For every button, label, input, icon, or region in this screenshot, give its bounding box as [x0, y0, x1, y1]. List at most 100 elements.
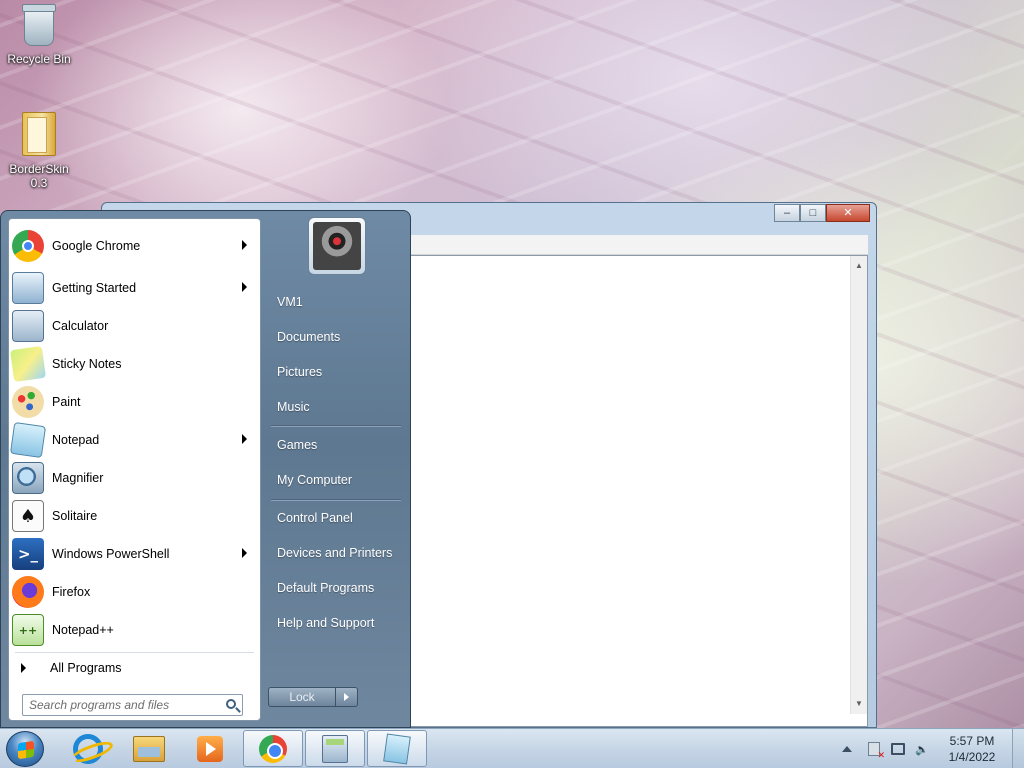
lock-control: Lock	[268, 687, 358, 707]
program-item-getting-started[interactable]: Getting Started	[12, 270, 257, 306]
submenu-arrow-icon	[242, 434, 247, 444]
link-control-panel[interactable]: Control Panel	[269, 504, 405, 532]
user-picture[interactable]	[308, 217, 366, 275]
solitaire-icon: ♠	[12, 500, 44, 532]
link-music[interactable]: Music	[269, 393, 405, 421]
program-item-windows-powershell[interactable]: >_ Windows PowerShell	[12, 536, 257, 572]
start-button[interactable]	[6, 731, 44, 767]
taskbar-internet-explorer[interactable]	[58, 730, 118, 767]
taskbar-windows-explorer[interactable]	[119, 730, 179, 767]
desktop-icon-label: Recycle Bin	[7, 52, 71, 66]
clock-time: 5:57 PM	[949, 734, 995, 748]
calculator-icon	[12, 310, 44, 342]
programs-divider	[15, 652, 254, 653]
media-player-icon	[197, 735, 223, 762]
paint-icon	[12, 386, 44, 418]
action-center-flag-icon[interactable]	[866, 741, 885, 761]
link-default-programs[interactable]: Default Programs	[269, 574, 405, 602]
vertical-scrollbar[interactable]: ▲ ▼	[850, 256, 867, 714]
search-input[interactable]	[29, 698, 219, 712]
taskbar-chrome[interactable]	[243, 730, 303, 767]
search-box[interactable]	[22, 694, 243, 716]
program-label: Notepad++	[52, 623, 114, 637]
recycle-bin-icon	[19, 4, 59, 48]
program-label: Paint	[52, 395, 81, 409]
right-divider	[271, 425, 401, 427]
program-item-solitaire[interactable]: ♠ Solitaire	[12, 498, 257, 534]
clock[interactable]: 5:57 PM 1/4/2022	[940, 733, 1004, 765]
desktop-icon-label: BorderSkin 0.3	[9, 162, 69, 190]
calculator-icon	[322, 734, 348, 763]
folder-icon	[19, 112, 59, 158]
program-label: Solitaire	[52, 509, 98, 523]
taskbar-media-player[interactable]	[180, 730, 240, 767]
avatar	[313, 222, 361, 270]
program-label: Windows PowerShell	[52, 547, 170, 561]
program-item-magnifier[interactable]: Magnifier	[12, 460, 257, 496]
program-item-firefox[interactable]: Firefox	[12, 574, 257, 610]
close-button[interactable]: ✕	[826, 204, 870, 222]
scroll-down-arrow-icon[interactable]: ▼	[851, 696, 867, 712]
network-icon[interactable]	[890, 741, 906, 757]
firefox-icon	[12, 576, 44, 608]
submenu-arrow-icon	[242, 282, 247, 292]
notepad-icon	[383, 732, 411, 765]
notepad-icon	[9, 421, 47, 459]
program-label: Getting Started	[52, 281, 137, 295]
link-games[interactable]: Games	[269, 431, 405, 459]
submenu-arrow-icon	[242, 240, 247, 250]
internet-explorer-icon	[73, 733, 103, 764]
clock-date: 1/4/2022	[948, 750, 996, 764]
link-devices-and-printers[interactable]: Devices and Printers	[269, 539, 405, 567]
magnifier-icon	[12, 462, 44, 494]
program-item-calculator[interactable]: Calculator	[12, 308, 257, 344]
expand-arrow-icon	[21, 663, 26, 673]
shutdown-options-arrow-icon[interactable]	[336, 687, 358, 707]
link-documents[interactable]: Documents	[269, 323, 405, 351]
getting-started-icon	[12, 272, 44, 304]
taskbar-notepad[interactable]	[367, 730, 427, 767]
submenu-arrow-icon	[242, 548, 247, 558]
maximize-button[interactable]: □	[800, 204, 826, 222]
program-item-paint[interactable]: Paint	[12, 384, 257, 420]
windows-explorer-icon	[133, 735, 165, 762]
scroll-up-arrow-icon[interactable]: ▲	[851, 258, 867, 274]
program-label: Calculator	[52, 319, 109, 333]
program-label: Magnifier	[52, 471, 104, 485]
desktop-icon-borderskin[interactable]: BorderSkin 0.3	[1, 112, 77, 190]
program-item-sticky-notes[interactable]: Sticky Notes	[9, 345, 257, 383]
link-pictures[interactable]: Pictures	[269, 358, 405, 386]
show-desktop-button[interactable]	[1012, 729, 1024, 768]
chrome-icon	[12, 230, 44, 262]
desktop-icon-recycle-bin[interactable]: Recycle Bin	[1, 4, 77, 66]
program-label: Sticky Notes	[52, 357, 122, 371]
notepadpp-icon: ++	[12, 614, 44, 646]
start-menu: Google Chrome Getting Started Calculator…	[0, 210, 411, 728]
taskbar-calculator[interactable]	[305, 730, 365, 767]
all-programs-label: All Programs	[50, 661, 122, 675]
program-label: Firefox	[52, 585, 91, 599]
sticky-notes-icon	[9, 345, 47, 383]
link-help-and-support[interactable]: Help and Support	[269, 609, 405, 637]
right-divider	[271, 499, 401, 501]
powershell-icon: >_	[12, 538, 44, 570]
system-tray: 🔈 5:57 PM 1/4/2022	[842, 729, 1024, 768]
minimize-button[interactable]: –	[774, 204, 800, 222]
lock-button[interactable]: Lock	[268, 687, 336, 707]
volume-icon[interactable]: 🔈	[914, 741, 930, 757]
show-hidden-icons-chevron-icon[interactable]	[842, 746, 852, 752]
link-my-computer[interactable]: My Computer	[269, 466, 405, 494]
all-programs-button[interactable]: All Programs	[17, 659, 122, 677]
windows-logo-icon	[18, 740, 34, 760]
link-user-folder[interactable]: VM1	[269, 288, 405, 316]
program-label: Notepad	[52, 433, 100, 447]
start-menu-programs-pane: Google Chrome Getting Started Calculator…	[8, 218, 261, 721]
window-controls: – □ ✕	[774, 204, 870, 222]
program-label: Google Chrome	[52, 239, 141, 253]
program-item-google-chrome[interactable]: Google Chrome	[12, 228, 257, 264]
search-icon[interactable]	[226, 699, 236, 709]
program-item-notepad[interactable]: Notepad	[9, 421, 257, 459]
chrome-icon	[259, 734, 287, 763]
program-item-notepad-plus-plus[interactable]: ++ Notepad++	[12, 612, 257, 648]
taskbar: 🔈 5:57 PM 1/4/2022	[0, 728, 1024, 768]
